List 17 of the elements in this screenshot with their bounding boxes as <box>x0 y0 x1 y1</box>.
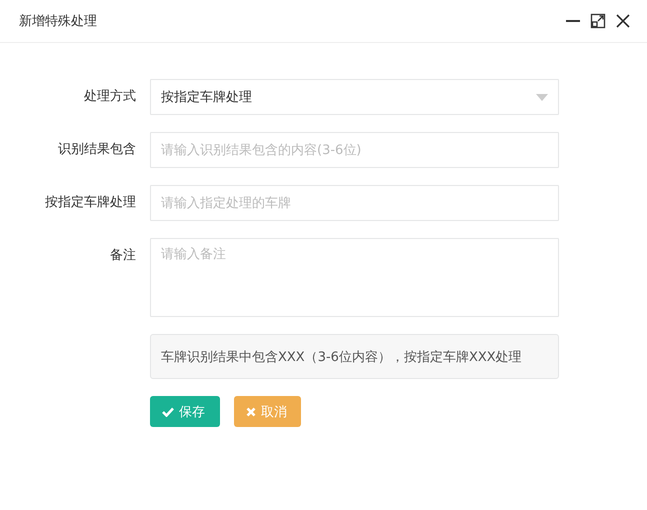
input-field[interactable]: 请输入指定处理的车牌 <box>150 185 559 221</box>
check-icon <box>162 406 174 416</box>
input-field[interactable]: 请输入识别结果包含的内容(3-6位) <box>150 132 559 168</box>
save-button[interactable]: 保存 <box>150 396 220 427</box>
window-title: 新增特殊处理 <box>19 13 97 30</box>
hint-text: 车牌识别结果中包含XXX（3-6位内容），按指定车牌XXX处理 <box>150 334 559 379</box>
close-icon[interactable] <box>615 13 631 29</box>
field-label: 识别结果包含 <box>57 141 137 159</box>
field-label: 备注 <box>109 247 137 265</box>
input-field[interactable]: 请输入备注 <box>150 238 559 317</box>
maximize-icon[interactable] <box>590 13 606 29</box>
cross-icon <box>246 406 256 416</box>
caret-icon <box>536 94 548 100</box>
field-label: 处理方式 <box>83 88 137 106</box>
field-label: 按指定车牌处理 <box>44 194 137 212</box>
cancel-button[interactable]: 取消 <box>234 396 301 427</box>
select-field[interactable]: 按指定车牌处理 <box>150 79 559 115</box>
